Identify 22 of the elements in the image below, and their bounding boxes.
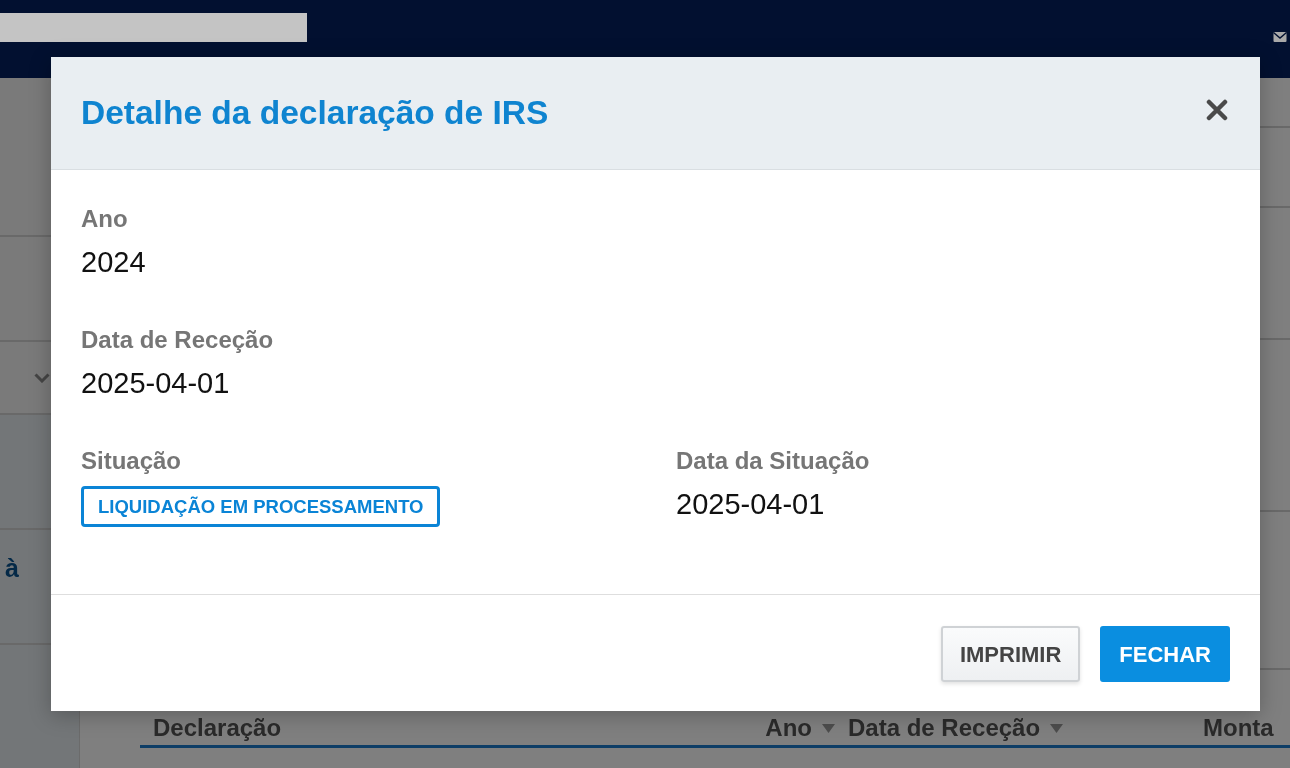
close-icon xyxy=(1206,99,1228,121)
close-dialog-button[interactable]: FECHAR xyxy=(1100,626,1230,682)
column-header: Monta xyxy=(1203,714,1274,742)
field-label: Situação xyxy=(81,446,182,476)
close-button[interactable] xyxy=(1204,97,1230,123)
field-label: Ano xyxy=(81,204,128,234)
column-header[interactable]: Data de Receção xyxy=(848,714,1041,742)
field-value: 2025-04-01 xyxy=(676,487,825,522)
status-badge: LIQUIDAÇÃO EM PROCESSAMENTO xyxy=(81,486,441,527)
field-value: 2025-04-01 xyxy=(81,366,230,401)
sort-icon[interactable] xyxy=(822,723,835,733)
chevron-down-icon[interactable] xyxy=(34,372,50,383)
field-value: 2024 xyxy=(81,245,146,280)
field-label: Data da Situação xyxy=(676,446,870,476)
envelope-icon[interactable] xyxy=(1273,30,1287,44)
field-label: Data de Receção xyxy=(81,325,274,355)
dialog-title: Detalhe da declaração de IRS xyxy=(81,93,549,133)
column-header[interactable]: Ano xyxy=(765,714,812,742)
link-text[interactable]: à xyxy=(3,554,21,582)
column-header: Declaração xyxy=(153,714,282,742)
sort-icon[interactable] xyxy=(1050,723,1064,733)
print-button[interactable]: IMPRIMIR xyxy=(940,626,1081,682)
